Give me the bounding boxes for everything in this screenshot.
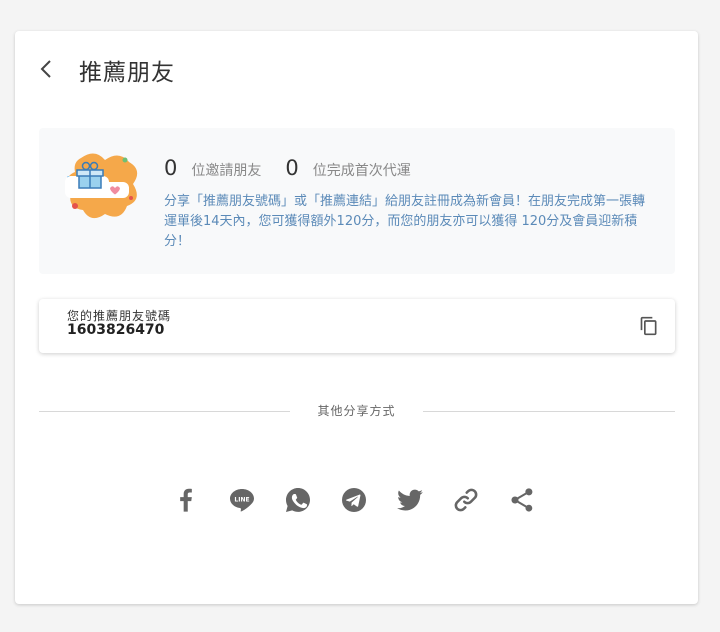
refer-friend-card: 推薦朋友 0 位邀請朋友 0 位完成首次代運 分享「推薦朋友號碼」或「推薦連結」…	[15, 31, 698, 604]
referral-description: 分享「推薦朋友號碼」或「推薦連結」給朋友註冊成為新會員！在朋友完成第一張轉運單後…	[164, 194, 646, 249]
chevron-left-icon	[40, 60, 51, 78]
divider-left	[39, 411, 290, 412]
line-icon: LINE	[230, 489, 254, 512]
share-line-button[interactable]: LINE	[228, 486, 256, 514]
referral-gift-logo	[61, 148, 143, 224]
twitter-icon	[397, 489, 423, 511]
divider-right	[423, 411, 675, 412]
referral-stats: 0 位邀請朋友 0 位完成首次代運	[164, 156, 435, 180]
copy-button[interactable]	[639, 316, 659, 336]
share-more-button[interactable]	[508, 486, 536, 514]
whatsapp-icon	[286, 488, 310, 512]
invited-label: 位邀請朋友	[191, 163, 262, 179]
invited-count: 0	[164, 156, 178, 180]
share-link-button[interactable]	[452, 486, 480, 514]
share-whatsapp-button[interactable]	[284, 486, 312, 514]
back-button[interactable]	[35, 57, 59, 81]
share-icon	[511, 488, 533, 512]
link-icon	[454, 488, 478, 512]
telegram-icon	[342, 488, 366, 512]
referral-code-card: 您的推薦朋友號碼 1603826470	[39, 299, 675, 353]
share-facebook-button[interactable]	[172, 486, 200, 514]
share-buttons: LINE	[172, 486, 564, 514]
copy-icon	[640, 316, 657, 336]
referral-info-panel: 0 位邀請朋友 0 位完成首次代運 分享「推薦朋友號碼」或「推薦連結」給朋友註冊…	[39, 128, 675, 274]
share-telegram-button[interactable]	[340, 486, 368, 514]
referral-code-value: 1603826470	[67, 322, 165, 338]
completed-count: 0	[285, 156, 299, 180]
svg-text:LINE: LINE	[234, 497, 249, 504]
facebook-icon	[180, 488, 192, 512]
share-twitter-button[interactable]	[396, 486, 424, 514]
page-title: 推薦朋友	[79, 60, 175, 86]
header: 推薦朋友	[15, 31, 698, 109]
share-divider-label: 其他分享方式	[317, 404, 396, 418]
completed-label: 位完成首次代運	[312, 163, 411, 179]
